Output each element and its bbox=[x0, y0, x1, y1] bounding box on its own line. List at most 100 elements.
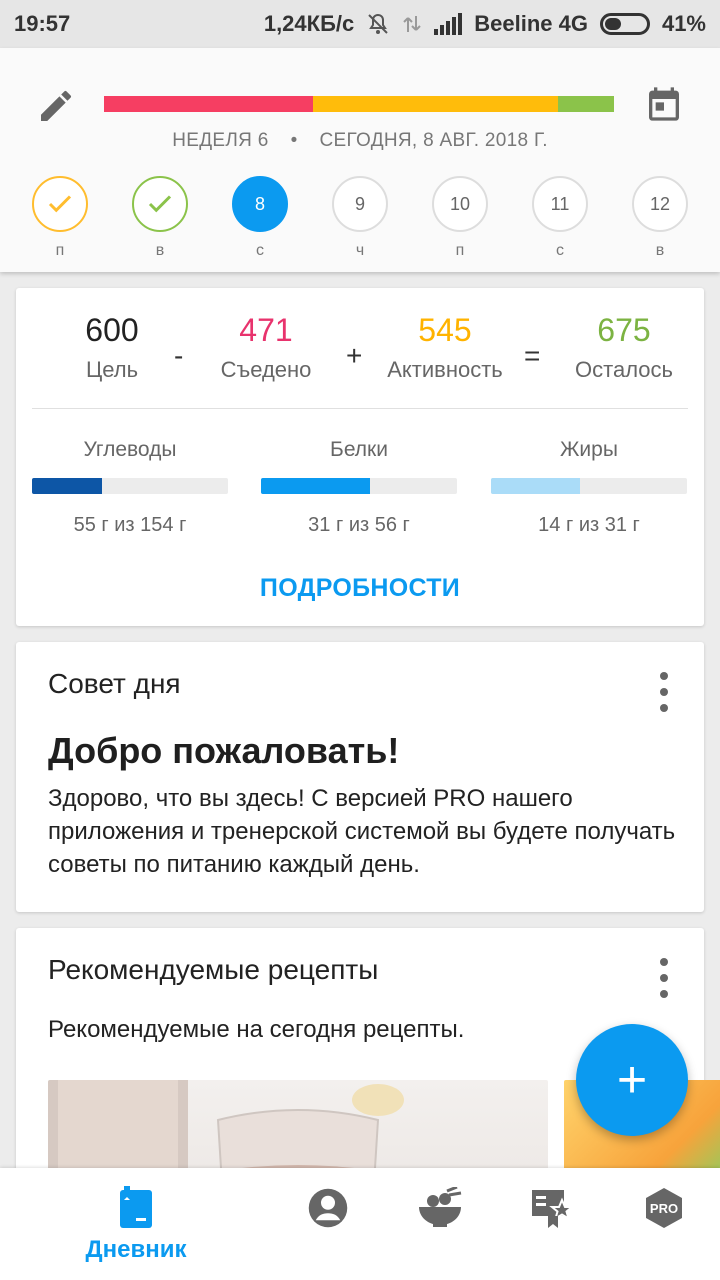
calorie-activity: 545 Активность bbox=[374, 312, 516, 383]
status-bar: 19:57 1,24КБ/с Beeline 4G 41% bbox=[0, 0, 720, 48]
activity-label: Активность bbox=[387, 357, 503, 382]
add-entry-button[interactable]: + bbox=[576, 1024, 688, 1136]
macro-bar-fill bbox=[491, 478, 580, 494]
carrier-name: Beeline 4G bbox=[474, 11, 588, 36]
activity-value: 545 bbox=[418, 312, 472, 348]
calorie-equation: 600 Цель - 471 Съедено + 545 Активность … bbox=[16, 312, 704, 392]
macro-fat: Жиры 14 г из 31 г bbox=[491, 438, 687, 537]
bottom-navigation: Дневник PRO bbox=[0, 1168, 720, 1280]
recipes-icon bbox=[419, 1187, 462, 1227]
progress-segment-1 bbox=[313, 96, 558, 112]
macro-bar bbox=[261, 478, 457, 494]
eaten-label: Съедено bbox=[220, 357, 312, 382]
remaining-value: 675 bbox=[597, 312, 651, 348]
mute-bell-icon bbox=[366, 12, 390, 36]
profile-icon bbox=[308, 1188, 348, 1228]
progress-segment-0 bbox=[104, 96, 314, 112]
macro-name: Углеводы bbox=[83, 438, 177, 461]
tip-title: Совет дня bbox=[48, 668, 181, 699]
day-5[interactable]: 11 с bbox=[532, 176, 588, 260]
macro-name: Белки bbox=[330, 438, 388, 461]
signal-icon bbox=[434, 13, 463, 35]
status-time: 19:57 bbox=[14, 11, 71, 36]
daily-progress-bar bbox=[104, 96, 614, 112]
day-1[interactable]: в bbox=[132, 176, 188, 260]
day-6[interactable]: 12 в bbox=[632, 176, 688, 260]
network-speed: 1,24КБ/с bbox=[263, 11, 355, 36]
week-label: НЕДЕЛЯ 6 bbox=[172, 130, 269, 151]
calorie-goal: 600 Цель bbox=[56, 312, 168, 383]
nav-diary-label: Дневник bbox=[85, 1236, 187, 1263]
day-circle bbox=[32, 176, 88, 232]
goal-value: 600 bbox=[85, 312, 139, 348]
nav-plans[interactable] bbox=[492, 1186, 612, 1230]
more-options-icon[interactable] bbox=[656, 672, 672, 712]
macro-protein: Белки 31 г из 56 г bbox=[261, 438, 457, 537]
check-icon bbox=[48, 195, 72, 213]
status-right: 1,24КБ/с Beeline 4G 41% bbox=[264, 11, 706, 37]
date-label: СЕГОДНЯ, 8 АВГ. 2018 Г. bbox=[319, 130, 548, 151]
pro-icon: PRO bbox=[646, 1188, 682, 1228]
calorie-summary-card: 600 Цель - 471 Съедено + 545 Активность … bbox=[16, 288, 704, 626]
progress-segment-2 bbox=[557, 96, 614, 112]
goal-label: Цель bbox=[85, 357, 139, 382]
battery-icon bbox=[599, 13, 650, 35]
day-0[interactable]: п bbox=[32, 176, 88, 260]
battery-percent: 41% bbox=[661, 11, 706, 36]
macro-carbs: Углеводы 55 г из 154 г bbox=[32, 438, 228, 537]
day-label: ч bbox=[355, 242, 365, 259]
macro-bar-fill bbox=[32, 478, 102, 494]
remaining-label: Осталось bbox=[575, 357, 673, 382]
day-circle: 8 bbox=[232, 176, 288, 232]
calorie-remaining: 675 Осталось bbox=[564, 312, 684, 383]
divider bbox=[32, 408, 688, 409]
day-label: п bbox=[55, 242, 65, 259]
data-transfer-icon bbox=[402, 12, 422, 36]
day-4[interactable]: 10 п bbox=[432, 176, 488, 260]
diary-header: НЕДЕЛЯ 6 • СЕГОДНЯ, 8 АВГ. 2018 Г. пв8с9ч1… bbox=[0, 48, 720, 272]
day-2[interactable]: 8с bbox=[232, 176, 288, 260]
macro-value: 14 г из 31 г bbox=[538, 514, 640, 536]
tip-body: Здорово, что вы здесь! С версией PRO наш… bbox=[48, 785, 676, 878]
day-circle: 11 bbox=[532, 176, 588, 232]
minus-sign: - bbox=[174, 340, 184, 371]
day-label: в bbox=[655, 242, 665, 259]
calendar-icon bbox=[649, 87, 679, 121]
day-label: с bbox=[256, 242, 264, 259]
edit-button[interactable] bbox=[34, 84, 78, 128]
plus-icon: + bbox=[616, 1051, 648, 1109]
nav-profile[interactable] bbox=[268, 1186, 388, 1230]
recipes-title: Рекомендуемые рецепты bbox=[48, 954, 379, 985]
more-options-icon[interactable] bbox=[656, 958, 672, 998]
details-button[interactable]: ПОДРОБНОСТИ bbox=[16, 574, 704, 603]
pro-text: PRO bbox=[650, 1201, 678, 1216]
macro-value: 31 г из 56 г bbox=[308, 514, 410, 536]
battery-level bbox=[604, 18, 622, 30]
day-circle: 12 bbox=[632, 176, 688, 232]
day-3[interactable]: 9ч bbox=[332, 176, 388, 260]
nav-pro[interactable]: PRO bbox=[604, 1186, 720, 1230]
recipes-subtitle: Рекомендуемые на сегодня рецепты. bbox=[48, 1016, 465, 1043]
day-label: п bbox=[455, 242, 465, 259]
calorie-eaten: 471 Съедено bbox=[206, 312, 326, 383]
macro-bar-fill bbox=[261, 478, 370, 494]
day-label: в bbox=[155, 242, 165, 259]
day-circle: 10 bbox=[432, 176, 488, 232]
calendar-button[interactable] bbox=[640, 80, 688, 128]
week-separator: • bbox=[290, 130, 298, 151]
nav-recipes[interactable] bbox=[380, 1186, 500, 1230]
equals-sign: = bbox=[524, 340, 541, 371]
macro-bar bbox=[491, 478, 687, 494]
day-circle bbox=[132, 176, 188, 232]
pencil-icon bbox=[41, 90, 72, 121]
tip-of-day-card: Совет дня Добро пожаловать! Здорово, что… bbox=[16, 642, 704, 912]
week-days: п в 8 с 9 ч 10 п 11 с 12 в bbox=[0, 176, 720, 266]
macro-value: 55 г из 154 г bbox=[73, 514, 187, 536]
plus-sign: + bbox=[346, 340, 363, 371]
day-circle: 9 bbox=[332, 176, 388, 232]
week-date-line: НЕДЕЛЯ 6 • СЕГОДНЯ, 8 АВГ. 2018 Г. bbox=[0, 130, 720, 152]
eaten-value: 471 bbox=[239, 312, 293, 348]
nav-diary[interactable]: Дневник bbox=[76, 1186, 196, 1264]
tip-heading: Добро пожаловать! bbox=[48, 730, 400, 771]
plans-icon bbox=[532, 1190, 574, 1228]
